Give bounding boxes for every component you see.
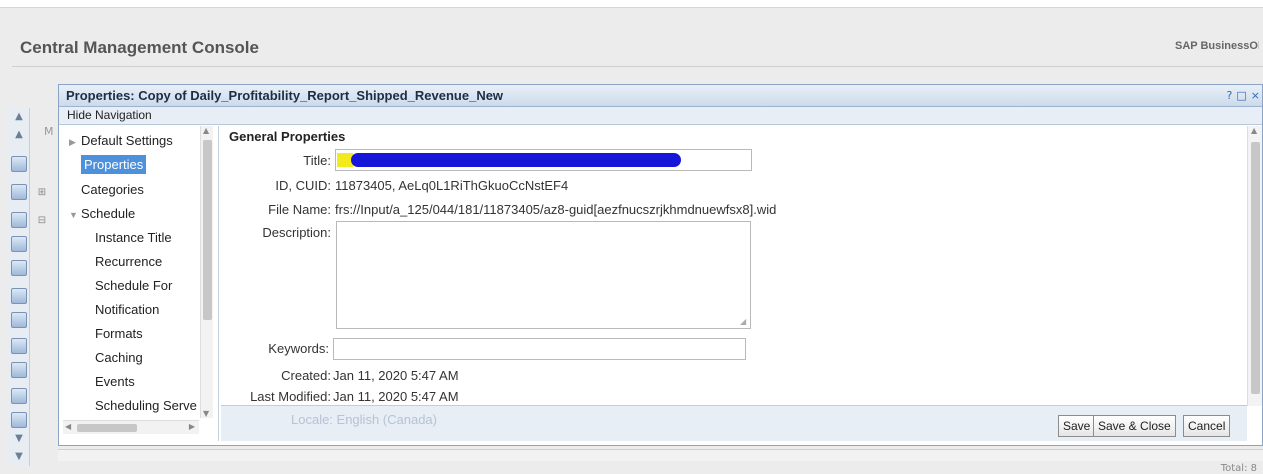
redaction-scribble (351, 153, 681, 167)
description-textarea[interactable]: ◢ (336, 221, 751, 329)
total-count: Total: 8 (1220, 463, 1257, 474)
file-name-value: frs://Input/a_125/044/181/11873405/az8-g… (335, 202, 777, 217)
maximize-icon[interactable]: □ (1236, 89, 1246, 102)
last-modified-value: Jan 11, 2020 5:47 AM (333, 389, 459, 404)
navigation-tree: ▶ Default Settings Properties Categories … (63, 126, 203, 416)
cancel-button[interactable]: Cancel (1183, 415, 1231, 437)
collapse-minus-icon[interactable]: ⊟ (34, 212, 50, 228)
console-divider (12, 66, 1263, 67)
nav-item-properties[interactable]: Properties (81, 155, 147, 175)
dialog-titlebar[interactable]: Properties: Copy of Daily_Profitability_… (59, 85, 1262, 107)
truncated-tab-label: M (44, 125, 54, 138)
dialog-title: Properties: Copy of Daily_Profitability_… (66, 88, 504, 103)
dialog-footer: Locale: English (Canada) Save Save & Clo… (221, 405, 1247, 441)
nav-item-scheduling-server[interactable]: Scheduling Serve (95, 396, 197, 416)
console-title: Central Management Console (20, 38, 259, 57)
collapse-bottom-icon[interactable]: ▼ (11, 448, 27, 464)
nav-horizontal-scrollbar[interactable]: ◀ ▶ (63, 420, 199, 434)
id-cuid-label: ID, CUID: (275, 178, 331, 193)
navigation-pane: ▶ Default Settings Properties Categories … (63, 126, 219, 441)
nav-item-default-settings[interactable]: ▶ Default Settings (69, 131, 173, 151)
scroll-right-arrow-icon[interactable]: ▶ (189, 422, 195, 431)
content-scroll-up-icon[interactable]: ▲ (1251, 126, 1257, 135)
section-heading: General Properties (229, 129, 346, 144)
nav-item-formats[interactable]: Formats (95, 324, 143, 344)
nav-item-notification[interactable]: Notification (95, 300, 159, 320)
scroll-up-arrow-icon[interactable]: ▲ (203, 126, 209, 135)
general-properties-panel: General Properties Title: ID, CUID: 1187… (221, 126, 1262, 441)
document-icon[interactable] (11, 260, 27, 276)
keywords-input[interactable] (333, 338, 746, 360)
browser-top-edge (0, 0, 1263, 8)
nav-vertical-scrollbar[interactable]: ▲ ▼ (200, 126, 213, 418)
description-label: Description: (262, 225, 331, 240)
content-vertical-scrollbar[interactable]: ▲ (1247, 126, 1262, 406)
keywords-label: Keywords: (268, 341, 329, 356)
scroll-left-arrow-icon[interactable]: ◀ (65, 422, 71, 431)
created-value: Jan 11, 2020 5:47 AM (333, 368, 459, 383)
help-icon[interactable]: ? (1227, 89, 1233, 102)
close-icon[interactable]: × (1251, 89, 1260, 102)
expand-plus-icon[interactable]: ⊞ (34, 184, 50, 200)
scroll-down-icon[interactable]: ▼ (11, 430, 27, 446)
database-icon[interactable] (11, 362, 27, 378)
locale-text: Locale: English (Canada) (291, 412, 437, 427)
brand-logo-text: SAP BusinessObjects (1175, 40, 1259, 52)
nav-item-instance-title[interactable]: Instance Title (95, 228, 172, 248)
nav-item-recurrence[interactable]: Recurrence (95, 252, 162, 272)
nav-item-schedule[interactable]: ▼ Schedule (69, 204, 135, 224)
created-label: Created: (281, 368, 331, 383)
nav-item-schedule-for[interactable]: Schedule For (95, 276, 172, 296)
title-label: Title: (303, 153, 331, 168)
content-scroll-thumb[interactable] (1251, 142, 1260, 394)
save-and-close-button[interactable]: Save & Close (1093, 415, 1176, 437)
servers-icon[interactable] (11, 312, 27, 328)
monitor-icon[interactable] (11, 338, 27, 354)
home-icon[interactable] (11, 156, 27, 172)
nav-item-categories[interactable]: Categories (81, 180, 144, 200)
collapsed-arrow-icon[interactable]: ▶ (69, 132, 81, 152)
id-cuid-value: 11873405, AeLq0L1RiThGkuoCcNstEF4 (335, 178, 569, 193)
scroll-down-arrow-icon[interactable]: ▼ (203, 409, 209, 418)
last-modified-label: Last Modified: (250, 389, 331, 404)
nav-scroll-thumb[interactable] (203, 140, 212, 320)
settings-icon[interactable] (11, 412, 27, 428)
resize-grip-icon[interactable]: ◢ (740, 318, 749, 327)
dialog-window-controls: ? □ × (1227, 89, 1260, 102)
folder-tree-icon[interactable] (11, 212, 27, 228)
properties-dialog: Properties: Copy of Daily_Profitability_… (58, 84, 1263, 446)
nav-hscroll-thumb[interactable] (77, 424, 137, 432)
console-bottom-bar (58, 449, 1263, 461)
save-button[interactable]: Save (1058, 415, 1096, 437)
collapse-top-icon[interactable]: ▲ (11, 108, 27, 124)
file-name-label: File Name: (268, 202, 331, 217)
reports-icon[interactable] (11, 236, 27, 252)
scroll-up-icon[interactable]: ▲ (11, 126, 27, 142)
left-toolbar: ▲ ▲ ▼ ▼ ⊞ ⊟ (8, 108, 62, 466)
sdk-icon[interactable] (11, 388, 27, 404)
hide-navigation-link[interactable]: Hide Navigation (59, 107, 1262, 125)
nav-item-events[interactable]: Events (95, 372, 135, 392)
folder-icon[interactable] (11, 184, 27, 200)
nav-item-caching[interactable]: Caching (95, 348, 143, 368)
users-icon[interactable] (11, 288, 27, 304)
expanded-arrow-icon[interactable]: ▼ (69, 205, 81, 225)
